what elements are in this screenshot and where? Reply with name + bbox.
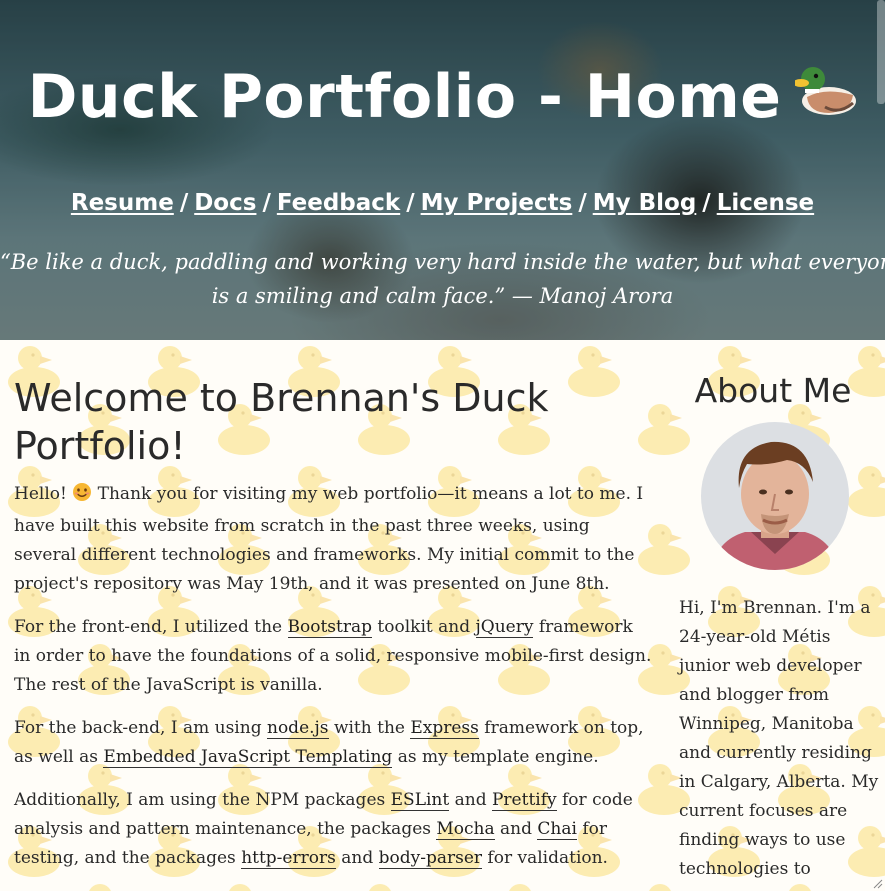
nav-link-docs[interactable]: Docs — [194, 190, 256, 216]
main-column: Welcome to Brennan's Duck Portfolio! Hel… — [14, 374, 654, 887]
about-bio: Hi, I'm Brennan. I'm a 24-year-old Métis… — [679, 598, 879, 879]
para-text: and — [500, 819, 533, 839]
para-text: with the — [333, 718, 405, 738]
smile-emoji-icon — [72, 482, 92, 512]
para-text: for validation. — [487, 848, 608, 868]
backend-paragraph: For the back-end, I am using node.js wit… — [14, 714, 654, 772]
hero-quote: “Be like a duck, paddling and working ve… — [0, 245, 885, 313]
welcome-heading: Welcome to Brennan's Duck Portfolio! — [14, 376, 549, 468]
nav-link-license[interactable]: License — [717, 190, 814, 216]
link-mocha[interactable]: Mocha — [436, 819, 495, 840]
page-title: Duck Portfolio - Home — [0, 62, 885, 136]
nav-separator: / — [406, 190, 415, 216]
about-sidebar: About Me Hi, I'm Brennan. I'm a 24-year-… — [679, 368, 879, 884]
para-text: For the front-end, I utilized the — [14, 617, 283, 637]
content-area: Welcome to Brennan's Duck Portfolio! Hel… — [0, 340, 885, 891]
nav-separator: / — [702, 190, 711, 216]
link-eslint[interactable]: ESLint — [390, 790, 450, 811]
link-jquery[interactable]: jQuery — [475, 617, 534, 638]
link-body-parser[interactable]: body-parser — [378, 848, 483, 869]
quote-line-1: “Be like a duck, paddling and working ve… — [0, 250, 885, 274]
para-text: Hello! — [14, 484, 67, 504]
para-text: and — [454, 790, 487, 810]
nav-link-resume[interactable]: Resume — [71, 190, 174, 216]
nav-link-my-projects[interactable]: My Projects — [421, 190, 573, 216]
para-text: as my template engine. — [397, 747, 599, 767]
quote-line-2: is a smiling and calm face.” — Manoj Aro… — [211, 284, 674, 308]
scrollbar-thumb[interactable] — [877, 0, 885, 104]
para-text: For the back-end, I am using — [14, 718, 262, 738]
duck-emoji-icon — [793, 63, 857, 136]
nav-link-feedback[interactable]: Feedback — [277, 190, 400, 216]
intro-paragraph: Hello! Thank you for visiting my web por… — [14, 480, 654, 599]
nav-separator: / — [179, 190, 189, 216]
frontend-paragraph: For the front-end, I utilized the Bootst… — [14, 613, 654, 700]
packages-paragraph: Additionally, I am using the NPM package… — [14, 786, 654, 873]
avatar — [701, 422, 849, 570]
para-text: Additionally, I am using the NPM package… — [14, 790, 386, 810]
link-prettify[interactable]: Prettify — [491, 790, 557, 811]
link-nodejs[interactable]: node.js — [267, 718, 329, 739]
para-text: toolkit and — [377, 617, 471, 637]
nav-link-my-blog[interactable]: My Blog — [593, 190, 697, 216]
link-express[interactable]: Express — [410, 718, 479, 739]
para-text: and — [341, 848, 374, 868]
link-chai[interactable]: Chai — [537, 819, 577, 840]
link-http-errors[interactable]: http-errors — [241, 848, 336, 869]
link-ejs[interactable]: Embedded JavaScript Templating — [103, 747, 393, 768]
resize-grip-icon[interactable] — [871, 877, 883, 889]
para-text: Thank you for visiting my web portfolio—… — [14, 484, 644, 594]
main-nav: Resume / Docs / Feedback / My Projects / My Blog… — [0, 190, 885, 216]
nav-separator: / — [262, 190, 271, 216]
page-title-text: Duck Portfolio - Home — [27, 62, 782, 132]
link-bootstrap[interactable]: Bootstrap — [287, 617, 373, 638]
hero-banner: Duck Portfolio - Home Resume / Docs / Feedba… — [0, 0, 885, 340]
nav-separator: / — [578, 190, 587, 216]
about-heading: About Me — [694, 371, 852, 410]
